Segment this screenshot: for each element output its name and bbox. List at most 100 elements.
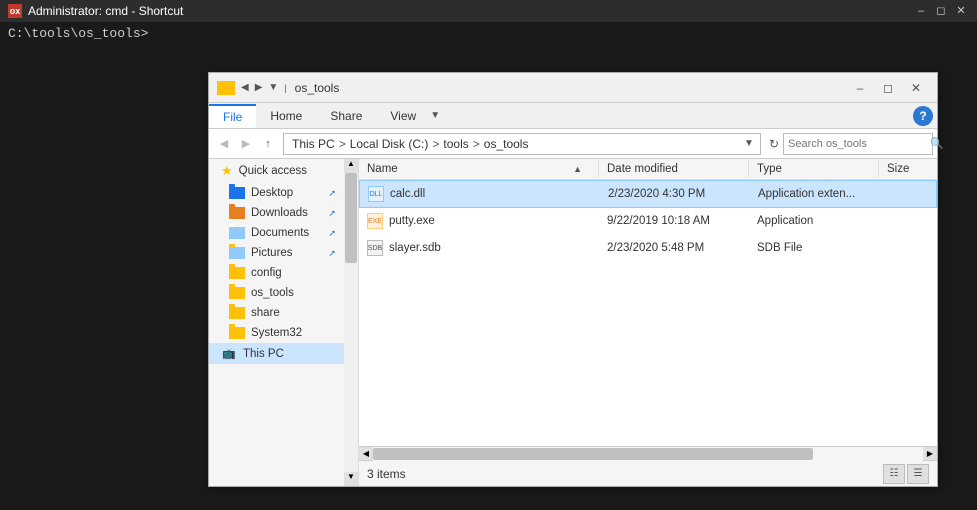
file-name-puttyexe: putty.exe <box>389 215 435 227</box>
explorer-close-button[interactable]: ✕ <box>903 77 929 99</box>
system32-folder-icon <box>229 327 245 339</box>
file-size-slayersdb <box>879 246 937 250</box>
sidebar-item-downloads[interactable]: Downloads ➚ <box>209 203 344 223</box>
sidebar-scrollbar-thumb <box>345 173 357 263</box>
explorer-minimize-button[interactable]: – <box>847 77 873 99</box>
sidebar-item-share[interactable]: share <box>209 303 344 323</box>
nav-up-button[interactable]: ↑ <box>257 133 279 155</box>
sidebar-item-label: os_tools <box>251 287 294 299</box>
config-folder-icon <box>229 267 245 279</box>
sidebar-item-ostools[interactable]: os_tools <box>209 283 344 303</box>
pin-icon: ➚ <box>328 188 336 199</box>
file-type-puttyexe: Application <box>749 213 879 229</box>
col-header-size[interactable]: Size <box>879 161 937 177</box>
nav-back-button[interactable]: ◀ <box>213 133 235 155</box>
hscroll-left-button[interactable]: ◀ <box>359 447 373 461</box>
explorer-restore-button[interactable]: ◻ <box>875 77 901 99</box>
address-dropdown-icon[interactable]: ▼ <box>744 138 754 149</box>
exe-icon-label: EXE <box>368 218 382 225</box>
address-box[interactable]: This PC > Local Disk (C:) > tools > os_t… <box>283 133 761 155</box>
view-list-button[interactable]: ☰ <box>907 464 929 484</box>
tab-view[interactable]: View <box>376 105 430 127</box>
address-refresh-icon[interactable]: ↻ <box>769 137 779 151</box>
pin-icon: ➚ <box>328 248 336 259</box>
file-date-slayersdb: 2/23/2020 5:48 PM <box>599 240 749 256</box>
file-type-slayersdb: SDB File <box>749 240 879 256</box>
file-name-calcdll: calc.dll <box>390 188 425 200</box>
documents-folder-icon <box>229 227 245 239</box>
sidebar-item-system32[interactable]: System32 <box>209 323 344 343</box>
cmd-restore-button[interactable]: ◻ <box>933 3 949 19</box>
sidebar-item-pictures[interactable]: Pictures ➚ <box>209 243 344 263</box>
file-name-cell-slayersdb: SDB slayer.sdb <box>359 238 599 258</box>
explorer-window: ◀ ▶ ▼ | os_tools – ◻ ✕ File Home Share V… <box>208 72 938 487</box>
dll-icon-label: DLL <box>370 191 383 198</box>
cmd-title: Administrator: cmd - Shortcut <box>28 4 913 18</box>
sidebar-item-config[interactable]: config <box>209 263 344 283</box>
col-header-type[interactable]: Type <box>749 161 879 177</box>
sidebar-item-quickaccess[interactable]: ★ Quick access <box>209 159 344 183</box>
title-forward-icon: ▶ <box>255 81 263 95</box>
breadcrumb-tools[interactable]: tools <box>441 137 470 151</box>
cmd-content: C:\tools\os_tools> <box>0 22 977 45</box>
view-details-button[interactable]: ☷ <box>883 464 905 484</box>
file-row-calcdll[interactable]: DLL calc.dll 2/23/2020 4:30 PM Applicati… <box>359 180 937 208</box>
sidebar-item-label: This PC <box>243 348 284 360</box>
sidebar-item-desktop[interactable]: Desktop ➚ <box>209 183 344 203</box>
breadcrumb-sep3: > <box>473 137 480 151</box>
search-input[interactable] <box>788 138 930 150</box>
sidebar-scroll-up[interactable]: ▲ <box>344 159 358 173</box>
nav-forward-button[interactable]: ▶ <box>235 133 257 155</box>
ribbon-expand-icon[interactable]: ▼ <box>430 110 440 121</box>
tab-home[interactable]: Home <box>256 105 316 127</box>
tab-file[interactable]: File <box>209 104 256 128</box>
file-date-calcdll: 2/23/2020 4:30 PM <box>600 186 750 202</box>
view-icons: ☷ ☰ <box>883 464 929 484</box>
file-size-calcdll <box>880 192 937 196</box>
breadcrumb-thispc[interactable]: This PC <box>290 137 337 151</box>
file-size-puttyexe <box>879 219 937 223</box>
sidebar-item-label: Documents <box>251 227 309 239</box>
tab-share[interactable]: Share <box>316 105 376 127</box>
hscroll-right-button[interactable]: ▶ <box>923 447 937 461</box>
sidebar-item-documents[interactable]: Documents ➚ <box>209 223 344 243</box>
pin-icon: ➚ <box>328 228 336 239</box>
sidebar-item-label: Desktop <box>251 187 293 199</box>
address-bar: ◀ ▶ ↑ This PC > Local Disk (C:) > tools … <box>209 129 937 159</box>
hscroll-track <box>373 447 923 461</box>
sidebar-item-label: Quick access <box>239 165 307 177</box>
sidebar-item-label: Downloads <box>251 207 308 219</box>
star-icon: ★ <box>221 163 233 179</box>
sidebar-scrollbar[interactable] <box>344 173 358 472</box>
file-type-calcdll: Application exten... <box>750 186 880 202</box>
cmd-titlebar: ox Administrator: cmd - Shortcut – ◻ ✕ <box>0 0 977 22</box>
cmd-icon: ox <box>8 4 22 18</box>
file-row-puttyexe[interactable]: EXE putty.exe 9/22/2019 10:18 AM Applica… <box>359 208 937 235</box>
ribbon-tabs: File Home Share View ▼ ? <box>209 103 937 129</box>
statusbar: 3 items ☷ ☰ <box>359 460 937 486</box>
file-row-slayersdb[interactable]: SDB slayer.sdb 2/23/2020 5:48 PM SDB Fil… <box>359 235 937 262</box>
title-separator: | <box>284 81 286 95</box>
sidebar-item-label: share <box>251 307 280 319</box>
cmd-close-button[interactable]: ✕ <box>953 3 969 19</box>
cmd-controls: – ◻ ✕ <box>913 3 969 19</box>
search-icon: 🔍 <box>930 137 944 150</box>
main-area: ★ Quick access Desktop ➚ Downloads ➚ Doc… <box>209 159 937 486</box>
breadcrumb-ostools[interactable]: os_tools <box>482 137 531 151</box>
exe-file-icon: EXE <box>367 213 383 229</box>
file-name-slayersdb: slayer.sdb <box>389 242 441 254</box>
pin-icon: ➚ <box>328 208 336 219</box>
col-header-name[interactable]: Name ▲ <box>359 161 599 177</box>
sidebar-scroll-down[interactable]: ▼ <box>344 472 358 486</box>
ribbon-help-button[interactable]: ? <box>913 106 933 126</box>
col-header-date[interactable]: Date modified <box>599 161 749 177</box>
sidebar-item-thispc[interactable]: 📺 This PC <box>209 343 344 364</box>
horizontal-scrollbar[interactable]: ◀ ▶ <box>359 446 937 460</box>
cmd-minimize-button[interactable]: – <box>913 3 929 19</box>
search-box[interactable]: 🔍 <box>783 133 933 155</box>
title-dropdown-icon: ▼ <box>268 81 278 95</box>
file-list: DLL calc.dll 2/23/2020 4:30 PM Applicati… <box>359 180 937 446</box>
sidebar-item-label: config <box>251 267 282 279</box>
breadcrumb-localdisk[interactable]: Local Disk (C:) <box>348 137 431 151</box>
file-name-cell-puttyexe: EXE putty.exe <box>359 211 599 231</box>
